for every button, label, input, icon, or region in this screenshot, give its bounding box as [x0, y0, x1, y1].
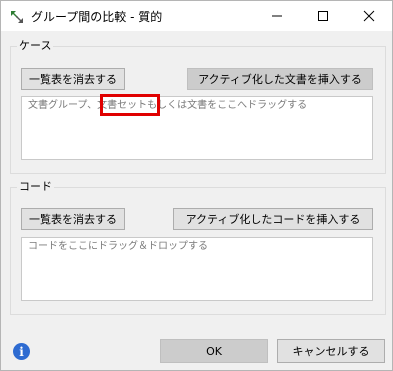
- app-icon: [9, 9, 25, 25]
- cases-clear-button[interactable]: 一覧表を消去する: [21, 68, 125, 90]
- codes-drop-placeholder: コードをここにドラッグ＆ドロップする: [28, 241, 208, 252]
- codes-clear-button[interactable]: 一覧表を消去する: [21, 208, 125, 230]
- title-bar: グループ間の比較 - 質的: [1, 1, 392, 31]
- annotation-highlight-box: [100, 94, 160, 116]
- cancel-button[interactable]: キャンセルする: [277, 339, 385, 363]
- codes-group-label: コード: [17, 180, 54, 194]
- cases-drop-placeholder: 文書グループ、文書セットもしくは文書をここへドラッグする: [28, 100, 308, 111]
- dialog-window: グループ間の比較 - 質的 ケース 一覧表を消去する アクティブ化した文書を挿入…: [0, 0, 393, 371]
- cases-drop-zone[interactable]: 文書グループ、文書セットもしくは文書をここへドラッグする: [21, 96, 373, 160]
- ok-button[interactable]: OK: [160, 339, 268, 363]
- maximize-icon: [318, 11, 328, 21]
- minimize-button[interactable]: [254, 1, 300, 31]
- cases-group-label: ケース: [17, 39, 54, 53]
- insert-activated-documents-button[interactable]: アクティブ化した文書を挿入する: [187, 68, 373, 90]
- info-icon[interactable]: i: [13, 343, 30, 360]
- insert-activated-codes-button[interactable]: アクティブ化したコードを挿入する: [173, 208, 373, 230]
- maximize-button[interactable]: [300, 1, 346, 31]
- minimize-icon: [272, 15, 282, 17]
- window-title: グループ間の比較 - 質的: [31, 10, 163, 24]
- codes-drop-zone[interactable]: コードをここにドラッグ＆ドロップする: [21, 237, 373, 301]
- close-button[interactable]: [346, 1, 392, 31]
- close-icon: [363, 10, 375, 22]
